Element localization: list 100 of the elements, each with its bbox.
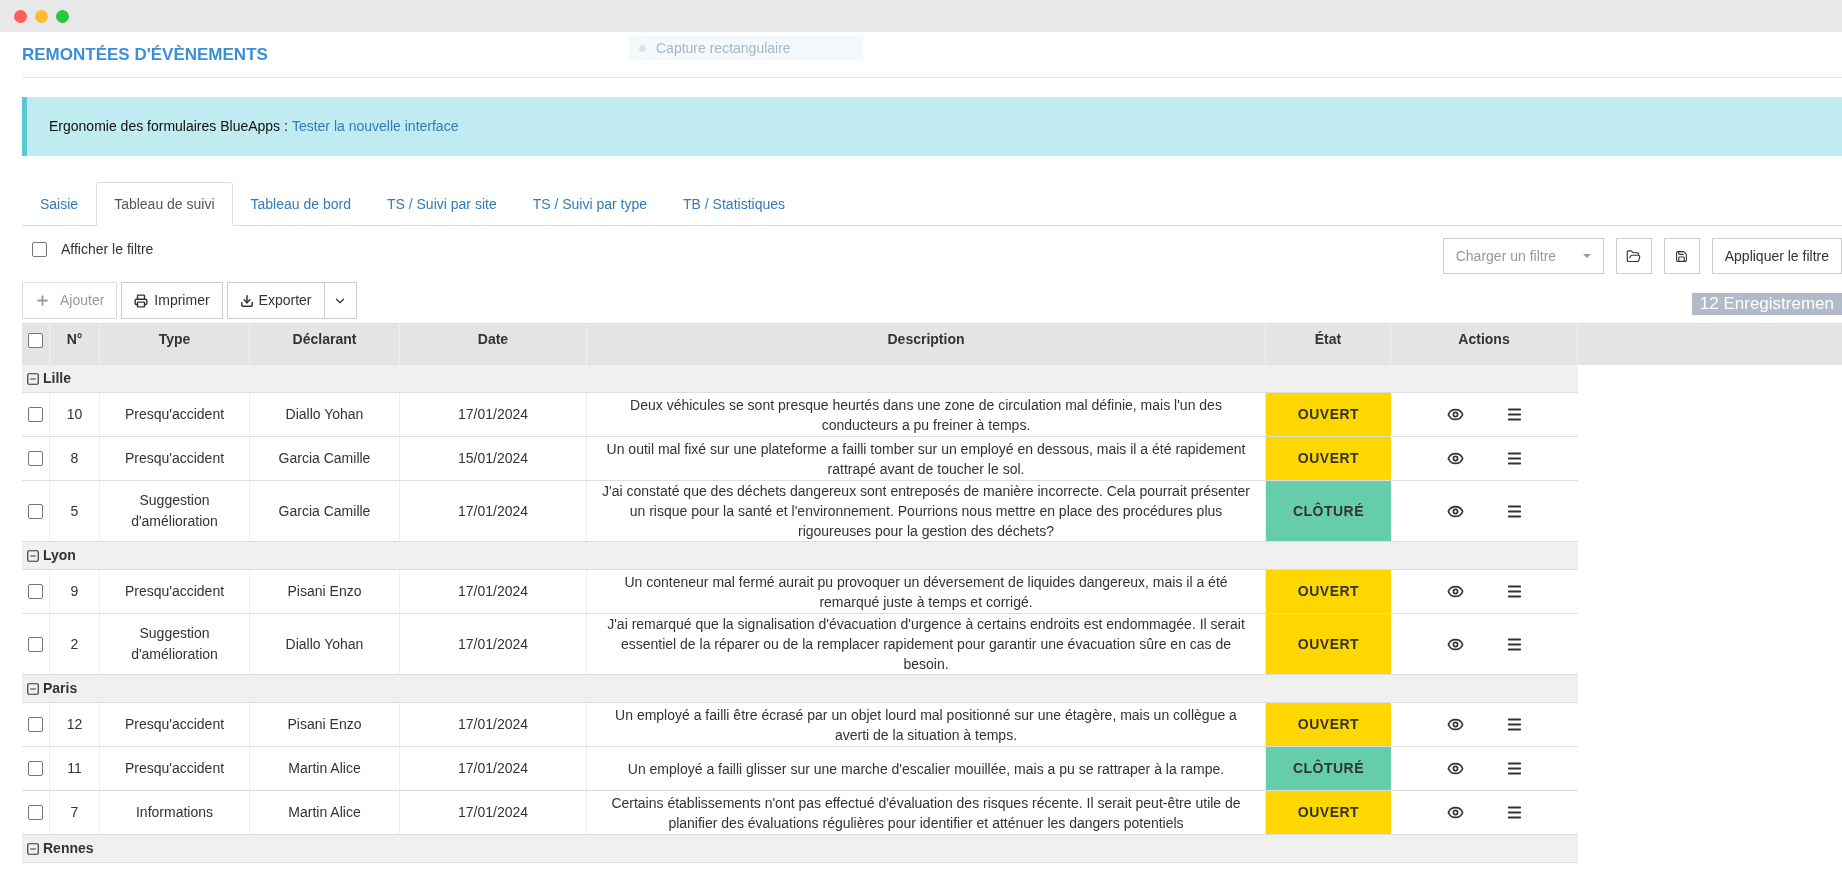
declarant-cell-text: Diallo Yohan (285, 634, 364, 654)
view-icon[interactable] (1446, 804, 1464, 821)
status-cell: OUVERT (1266, 614, 1391, 674)
save-button[interactable] (1663, 238, 1700, 274)
type-cell-text: Informations (135, 803, 213, 822)
type-cell-text: Presqu'accident (124, 582, 225, 601)
page-title: REMONTÉES D'ÉVÈNEMENTS (22, 43, 268, 66)
number-cell-text: 7 (70, 803, 79, 822)
status-cell: CLÔTURÉ (1266, 747, 1391, 790)
group-name: Lille (43, 369, 71, 388)
view-icon[interactable] (1446, 760, 1464, 777)
date-cell-text: 17/01/2024 (457, 501, 529, 521)
type-cell-text: Presqu'accident (124, 715, 225, 734)
declarant-cell-text: Martin Alice (288, 759, 361, 778)
tab[interactable]: TB / Statistiques (665, 182, 803, 226)
description-cell-text: Certains établissements n'ont pas effectué d'évaluation des risques récente. Il serait peut-être utile de planifier des évaluations régulières pour identifier et atténuer les dangers potentiels (610, 793, 1242, 833)
tab[interactable]: Saisie (22, 182, 97, 226)
collapse-group-icon[interactable] (26, 548, 40, 563)
number-cell-text: 2 (70, 634, 79, 654)
group-name: Rennes (43, 839, 94, 858)
row-checkbox[interactable] (28, 636, 43, 652)
open-folder-button[interactable] (1615, 238, 1652, 274)
row-checkbox[interactable] (28, 503, 43, 519)
collapse-group-icon[interactable] (26, 681, 40, 696)
save-icon (1675, 249, 1689, 263)
column-header: État (1314, 330, 1342, 349)
collapse-group-icon[interactable] (26, 371, 40, 386)
date-cell-text: 17/01/2024 (457, 803, 529, 822)
banner-text: Ergonomie des formulaires BlueApps : (49, 117, 288, 136)
type-cell-text: Presqu'accident (124, 759, 225, 778)
number-cell-text: 9 (70, 582, 79, 601)
view-icon[interactable] (1446, 406, 1464, 423)
description-cell-text: Un employé a failli glisser sur une marche d'escalier mouillée, mais a pu se rattraper à la rampe. (627, 759, 1225, 779)
type-cell-text: Presqu'accident (124, 405, 225, 424)
description-cell-text: Deux véhicules se sont presque heurtés dans une zone de circulation mal définie, mais l'un des conducteurs a pu freiner à temps. (629, 395, 1223, 435)
description-cell-text: Un conteneur mal fermé aurait pu provoquer un déversement de liquides dangereux, mais il a été remarqué juste à temps et corrigé. (623, 572, 1229, 612)
declarant-cell-text: Garcia Camille (278, 501, 371, 521)
printer-icon (134, 293, 149, 308)
date-cell-text: 17/01/2024 (457, 582, 529, 601)
menu-icon[interactable] (1505, 716, 1523, 733)
number-cell-text: 11 (67, 759, 82, 778)
column-header: Déclarant (292, 330, 357, 349)
status-cell: OUVERT (1266, 570, 1391, 613)
description-cell-text: J'ai constaté que des déchets dangereux sont entreposés de manière incorrecte. Cela pourrait présenter un risque pour la santé et l'environnement. Pourrions nous mettre en place des procédures plus rigoureuses pour la gestion des déchets? (601, 482, 1251, 541)
status-cell: OUVERT (1266, 437, 1391, 480)
view-icon[interactable] (1446, 583, 1464, 600)
column-header: N° (66, 330, 83, 349)
select-all-checkbox[interactable] (28, 333, 43, 348)
menu-icon[interactable] (1505, 583, 1523, 600)
menu-icon[interactable] (1505, 406, 1523, 423)
tab[interactable]: TS / Suivi par type (514, 182, 666, 226)
date-cell-text: 17/01/2024 (457, 715, 529, 734)
filter-checkbox[interactable] (32, 242, 47, 257)
new-interface-link[interactable]: Tester la nouvelle interface (291, 116, 459, 137)
status-cell: CLÔTURÉ (1266, 481, 1391, 541)
download-icon (239, 293, 254, 308)
row-checkbox[interactable] (28, 407, 43, 422)
declarant-cell-text: Diallo Yohan (285, 405, 364, 424)
view-icon[interactable] (1446, 716, 1464, 733)
column-header: Actions (1458, 330, 1510, 349)
menu-icon[interactable] (1505, 804, 1523, 821)
number-cell-text: 10 (66, 405, 83, 424)
load-filter-dropdown[interactable]: Charger un filtre (1442, 238, 1604, 274)
view-icon[interactable] (1446, 450, 1464, 467)
row-checkbox[interactable] (28, 805, 43, 820)
declarant-cell-text: Martin Alice (288, 803, 361, 822)
menu-icon[interactable] (1505, 760, 1523, 777)
row-checkbox[interactable] (28, 761, 43, 776)
dropdown-caret-icon (1582, 254, 1591, 258)
filter-label: Afficher le filtre (61, 240, 154, 259)
tab[interactable]: Tableau de suivi (96, 182, 233, 226)
column-header: Date (477, 330, 509, 349)
status-cell: OUVERT (1266, 791, 1391, 834)
capture-hint: Capture rectangulaire (629, 36, 863, 60)
date-cell-text: 17/01/2024 (457, 759, 529, 778)
row-checkbox[interactable] (28, 717, 43, 732)
declarant-cell-text: Pisani Enzo (287, 715, 362, 734)
declarant-cell-text: Pisani Enzo (287, 582, 362, 601)
type-cell-text: Suggestion d'amélioration (130, 491, 219, 531)
print-button[interactable]: Imprimer (121, 282, 223, 319)
tab[interactable]: Tableau de bord (232, 182, 369, 226)
date-cell-text: 17/01/2024 (457, 634, 529, 654)
status-cell: OUVERT (1266, 393, 1391, 436)
type-cell-text: Presqu'accident (124, 449, 225, 468)
status-cell: OUVERT (1266, 703, 1391, 746)
menu-icon[interactable] (1505, 450, 1523, 467)
record-count-badge: 12 Enregistremen (1691, 293, 1842, 315)
description-cell-text: Un employé a failli être écrasé par un objet lourd mal positionné sur une étagère, mais un collègue a averti de la situation à temps. (614, 705, 1238, 745)
apply-filter-button[interactable]: Appliquer le filtre (1711, 238, 1842, 274)
row-checkbox[interactable] (28, 584, 43, 599)
group-name: Lyon (43, 546, 76, 565)
number-cell-text: 5 (70, 501, 79, 521)
folder-icon (1626, 248, 1642, 264)
row-checkbox[interactable] (28, 451, 43, 466)
tab[interactable]: TS / Suivi par site (368, 182, 515, 226)
export-button[interactable]: Exporter (227, 283, 325, 318)
number-cell-text: 8 (70, 449, 79, 468)
column-header: Type (158, 330, 191, 349)
group-name: Paris (43, 679, 78, 698)
collapse-group-icon[interactable] (26, 841, 40, 856)
